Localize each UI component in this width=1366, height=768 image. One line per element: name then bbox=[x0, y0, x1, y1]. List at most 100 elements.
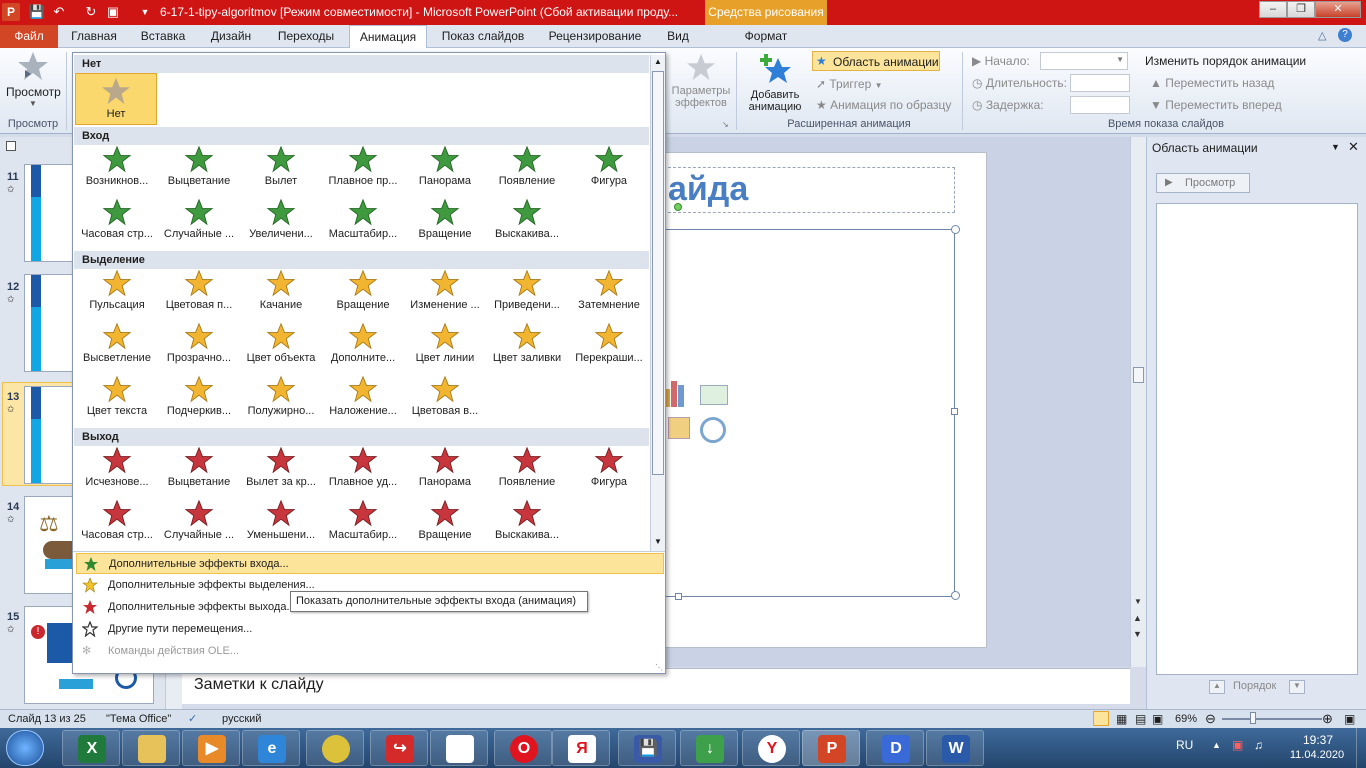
move-up-icon[interactable]: ▲ bbox=[1209, 680, 1225, 694]
preview-button[interactable]: Просмотр ▼ bbox=[6, 50, 61, 116]
anim-effect-emphasis[interactable]: Изменение ... bbox=[405, 267, 485, 319]
anim-effect-none[interactable]: Нет bbox=[75, 73, 157, 125]
anim-effect-entrance[interactable]: Часовая стр... bbox=[77, 196, 157, 248]
insert-smartart-icon[interactable] bbox=[700, 385, 728, 405]
anim-effect-exit[interactable]: Исчезнове... bbox=[77, 444, 157, 496]
theme-name[interactable]: "Тема Office" bbox=[106, 710, 171, 728]
anim-effect-exit[interactable]: Появление bbox=[487, 444, 567, 496]
anim-effect-entrance[interactable]: Увеличени... bbox=[241, 196, 321, 248]
ole-action-verbs[interactable]: ✻ Команды действия OLE... bbox=[76, 641, 664, 662]
taskbar-opera[interactable]: O bbox=[494, 730, 552, 766]
clock-date[interactable]: 11.04.2020 bbox=[1284, 749, 1350, 761]
tab-review[interactable]: Рецензирование bbox=[538, 25, 652, 48]
anim-effect-entrance[interactable]: Возникнов... bbox=[77, 143, 157, 195]
scroll-down-icon[interactable]: ▼ bbox=[654, 537, 662, 546]
taskbar-media[interactable]: ▶ bbox=[182, 730, 240, 766]
anim-effect-emphasis[interactable]: Перекраши... bbox=[569, 320, 649, 372]
move-down-icon[interactable]: ▼ bbox=[1289, 680, 1305, 694]
insert-chart-icon[interactable] bbox=[664, 381, 704, 409]
tab-animations[interactable]: Анимация bbox=[349, 25, 427, 48]
zoom-slider-thumb[interactable] bbox=[1250, 712, 1256, 724]
anim-effect-exit[interactable]: Выцветание bbox=[159, 444, 239, 496]
start-button[interactable] bbox=[6, 730, 44, 766]
show-hidden-icons-icon[interactable]: ▲ bbox=[1212, 740, 1221, 750]
slideshow-view-icon[interactable]: ▣ bbox=[1152, 710, 1163, 728]
taskbar-word[interactable]: W bbox=[926, 730, 984, 766]
taskbar-chrome[interactable] bbox=[306, 730, 364, 766]
anim-effect-entrance[interactable]: Панорама bbox=[405, 143, 485, 195]
taskbar-explorer[interactable] bbox=[122, 730, 180, 766]
animation-list[interactable] bbox=[1156, 203, 1358, 675]
zoom-in-icon[interactable]: ⊕ bbox=[1322, 710, 1333, 728]
redo-icon[interactable]: ↻ bbox=[82, 3, 100, 21]
animation-painter-button[interactable]: ★ Анимация по образцу bbox=[816, 98, 951, 112]
normal-view-icon[interactable] bbox=[1093, 711, 1109, 726]
anim-effect-emphasis[interactable]: Приведени... bbox=[487, 267, 567, 319]
maximize-button[interactable]: ❐ bbox=[1287, 1, 1315, 18]
title-placeholder[interactable]: айда bbox=[663, 167, 955, 213]
more-motion-paths[interactable]: Другие пути перемещения... bbox=[76, 619, 664, 640]
editor-scrollbar[interactable]: ▼ ▲ ▼ bbox=[1130, 137, 1146, 667]
move-earlier-button[interactable]: ▲ Переместить назад bbox=[1150, 76, 1274, 90]
tab-home[interactable]: Главная bbox=[62, 25, 126, 48]
taskbar-ie[interactable]: e bbox=[242, 730, 300, 766]
move-later-button[interactable]: ▼ Переместить вперед bbox=[1150, 98, 1282, 112]
resize-handle[interactable] bbox=[951, 591, 960, 600]
scroll-down-icon[interactable]: ▼ bbox=[1134, 597, 1142, 606]
anim-effect-emphasis[interactable]: Цвет текста bbox=[77, 373, 157, 425]
minimize-ribbon-icon[interactable]: △ bbox=[1318, 29, 1326, 42]
anim-effect-emphasis[interactable]: Цвет заливки bbox=[487, 320, 567, 372]
next-slide-icon[interactable]: ▼ bbox=[1133, 629, 1142, 639]
tab-insert[interactable]: Вставка bbox=[130, 25, 196, 48]
chevron-down-icon[interactable]: ▼ bbox=[1331, 142, 1340, 152]
scroll-up-icon[interactable]: ▲ bbox=[654, 57, 662, 66]
slideshow-icon[interactable]: ▣ bbox=[104, 3, 122, 21]
taskbar-yandex-browser[interactable]: Y bbox=[742, 730, 800, 766]
anim-effect-exit[interactable]: Панорама bbox=[405, 444, 485, 496]
anim-effect-emphasis[interactable]: Цвет объекта bbox=[241, 320, 321, 372]
network-icon[interactable]: ▣ bbox=[1232, 738, 1243, 752]
prev-slide-icon[interactable]: ▲ bbox=[1133, 613, 1142, 623]
taskbar-app[interactable]: ↪ bbox=[370, 730, 428, 766]
fit-to-window-icon[interactable]: ▣ bbox=[1344, 710, 1355, 728]
taskbar-document[interactable] bbox=[430, 730, 488, 766]
start-select[interactable]: ▼ bbox=[1040, 52, 1128, 70]
spellcheck-icon[interactable]: ✓ bbox=[188, 710, 197, 728]
tab-slideshow[interactable]: Показ слайдов bbox=[432, 25, 534, 48]
outline-toggle-icon[interactable] bbox=[6, 141, 16, 151]
taskbar-player[interactable]: D bbox=[866, 730, 924, 766]
more-entrance-effects[interactable]: Дополнительные эффекты входа... bbox=[76, 553, 664, 574]
anim-effect-exit[interactable]: Уменьшени... bbox=[241, 497, 321, 549]
anim-effect-emphasis[interactable]: Высветление bbox=[77, 320, 157, 372]
delay-input[interactable] bbox=[1070, 96, 1130, 114]
reading-view-icon[interactable]: ▤ bbox=[1135, 710, 1146, 728]
tab-design[interactable]: Дизайн bbox=[200, 25, 262, 48]
anim-effect-exit[interactable]: Фигура bbox=[569, 444, 649, 496]
scroll-thumb[interactable] bbox=[652, 71, 664, 475]
anim-effect-exit[interactable]: Случайные ... bbox=[159, 497, 239, 549]
anim-effect-entrance[interactable]: Вращение bbox=[405, 196, 485, 248]
anim-effect-emphasis[interactable]: Наложение... bbox=[323, 373, 403, 425]
anim-effect-emphasis[interactable]: Цвет линии bbox=[405, 320, 485, 372]
anim-effect-entrance[interactable]: Случайные ... bbox=[159, 196, 239, 248]
effect-options-button[interactable]: Параметры эффектов bbox=[668, 52, 734, 118]
language[interactable]: русский bbox=[222, 710, 261, 728]
anim-effect-emphasis[interactable]: Пульсация bbox=[77, 267, 157, 319]
close-button[interactable]: ✕ bbox=[1315, 1, 1361, 18]
taskbar-excel[interactable]: X bbox=[62, 730, 120, 766]
add-animation-button[interactable]: Добавить анимацию bbox=[742, 52, 808, 118]
taskbar-yandex[interactable]: Я bbox=[552, 730, 610, 766]
anim-effect-entrance[interactable]: Вылет bbox=[241, 143, 321, 195]
insert-media-icon[interactable] bbox=[700, 417, 726, 443]
resize-handle[interactable] bbox=[951, 225, 960, 234]
tab-format[interactable]: Формат bbox=[730, 25, 802, 48]
resize-grip-icon[interactable]: ⋱ bbox=[655, 663, 663, 672]
anim-effect-emphasis[interactable]: Качание bbox=[241, 267, 321, 319]
zoom-slider[interactable] bbox=[1222, 718, 1322, 720]
resize-handle[interactable] bbox=[951, 408, 958, 415]
anim-effect-entrance[interactable]: Фигура bbox=[569, 143, 649, 195]
save-icon[interactable]: 💾 bbox=[28, 3, 46, 21]
anim-effect-exit[interactable]: Выскакива... bbox=[487, 497, 567, 549]
clock-time[interactable]: 19:37 bbox=[1298, 733, 1338, 747]
taskbar-download[interactable]: ↓ bbox=[680, 730, 738, 766]
